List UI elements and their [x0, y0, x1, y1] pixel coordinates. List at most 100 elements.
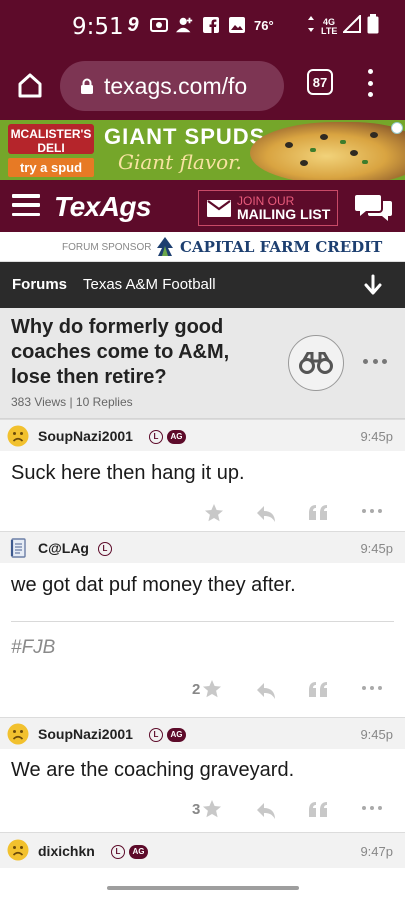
- post-header: SoupNazi2001 L AG 9:45p: [0, 717, 405, 749]
- gesture-bar[interactable]: [107, 886, 299, 890]
- thread-meta: 383 Views | 10 Replies: [11, 395, 133, 409]
- address-bar[interactable]: texags.com/fo: [60, 61, 284, 111]
- envelope-icon: [207, 199, 231, 217]
- ag-badge: AG: [167, 430, 186, 444]
- signature-divider: [11, 621, 394, 622]
- browser-menu-button[interactable]: [362, 67, 378, 99]
- advertisement-banner[interactable]: MCALISTER'S DELI try a spud GIANT SPUDS.…: [0, 120, 405, 180]
- post-actions: [0, 495, 405, 531]
- system-icons: 4G LTE: [307, 13, 379, 39]
- post-header: SoupNazi2001 L AG 9:45p: [0, 419, 405, 451]
- mailing-line2: MAILING LIST: [237, 206, 331, 222]
- star-count: 2: [192, 680, 201, 698]
- ad-headline: GIANT SPUDS.: [104, 124, 273, 149]
- star-button[interactable]: 3: [192, 797, 222, 821]
- notepad-avatar-icon[interactable]: [7, 537, 29, 559]
- ad-choices-icon[interactable]: [391, 122, 403, 134]
- site-logo[interactable]: TexAgs: [54, 191, 152, 223]
- post-time: 9:45p: [360, 429, 393, 444]
- hamburger-menu-icon[interactable]: [12, 194, 40, 216]
- sponsor-logo-icon: [157, 237, 173, 256]
- star-button[interactable]: 2: [192, 677, 222, 701]
- home-icon: [18, 73, 42, 98]
- quote-icon[interactable]: [308, 501, 328, 525]
- post-username[interactable]: SoupNazi2001: [38, 726, 133, 742]
- breadcrumb: Forums Texas A&M Football: [0, 262, 405, 308]
- reply-icon[interactable]: [256, 502, 276, 526]
- post-time: 9:45p: [360, 541, 393, 556]
- star-icon: [203, 800, 222, 818]
- quote-icon[interactable]: [308, 678, 328, 702]
- ad-tagline: Giant flavor.: [118, 150, 242, 174]
- quote-icon[interactable]: [308, 798, 328, 822]
- mailing-list-button[interactable]: JOIN OUR MAILING LIST: [198, 190, 338, 226]
- signal-icon: [341, 13, 361, 38]
- post-username[interactable]: C@LAg: [38, 540, 89, 556]
- ag-badge: AG: [129, 845, 148, 859]
- arrow-down-icon[interactable]: [362, 274, 384, 296]
- post-header: dixichkn L AG 9:47p: [0, 832, 405, 868]
- tab-switcher-button[interactable]: 87: [307, 69, 333, 95]
- breadcrumb-section-link[interactable]: Texas A&M Football: [83, 276, 216, 293]
- post-signature: #FJB: [11, 637, 56, 658]
- letter-badge: L: [149, 430, 163, 444]
- ag-badge: AG: [167, 728, 186, 742]
- network-type-text: 4G LTE: [321, 16, 338, 36]
- thread-title: Why do formerly good coaches come to A&M…: [11, 316, 230, 388]
- post-more-button[interactable]: [362, 806, 382, 812]
- post-username[interactable]: SoupNazi2001: [38, 428, 133, 444]
- star-count: 3: [192, 800, 201, 818]
- post: dixichkn L AG 9:47p: [0, 832, 405, 868]
- post-body: we got dat puf money they after.: [11, 574, 296, 596]
- status-bar: 9:51 9 76° 4G LTE: [0, 0, 405, 55]
- post-username[interactable]: dixichkn: [38, 843, 95, 859]
- notification-nine-icon: 9: [127, 13, 139, 36]
- clock: 9:51: [72, 14, 124, 40]
- tab-count: 87: [312, 74, 328, 90]
- binoculars-icon: [299, 352, 333, 374]
- chat-bubbles-icon: [355, 195, 392, 221]
- letter-badge: L: [111, 845, 125, 859]
- sad-face-avatar-icon[interactable]: [7, 425, 29, 447]
- thread-more-button[interactable]: [363, 356, 387, 366]
- facebook-icon: [202, 16, 220, 34]
- url-text: texags.com/fo: [104, 72, 248, 99]
- watch-thread-button[interactable]: [288, 335, 344, 391]
- post-header: C@LAg L 9:45p: [0, 531, 405, 563]
- post: SoupNazi2001 L AG 9:45p We are the coach…: [0, 717, 405, 832]
- image-icon: [228, 16, 246, 34]
- letter-badge: L: [98, 542, 112, 556]
- battery-icon: [367, 14, 379, 39]
- notification-icons: 9: [124, 13, 246, 36]
- sad-face-avatar-icon[interactable]: [7, 839, 29, 861]
- forum-sponsor-banner[interactable]: FORUM SPONSOR CAPITAL FARM CREDIT: [0, 232, 405, 262]
- post-body: Suck here then hang it up.: [11, 462, 245, 484]
- sponsor-label: FORUM SPONSOR: [62, 242, 152, 253]
- reply-icon[interactable]: [256, 799, 276, 823]
- thread-header: Why do formerly good coaches come to A&M…: [0, 308, 405, 419]
- ad-cta: try a spud: [8, 158, 94, 177]
- letter-badge: L: [149, 728, 163, 742]
- post-time: 9:47p: [360, 844, 393, 859]
- sad-face-avatar-icon[interactable]: [7, 723, 29, 745]
- star-icon[interactable]: [204, 501, 224, 525]
- home-button[interactable]: [14, 69, 46, 101]
- star-icon: [203, 680, 222, 698]
- reply-icon[interactable]: [256, 679, 276, 703]
- post-more-button[interactable]: [362, 509, 382, 515]
- post-footer: #FJB 2: [0, 619, 405, 717]
- data-arrows-icon: [307, 16, 315, 37]
- post-body: We are the coaching graveyard.: [11, 759, 295, 781]
- ad-brand: MCALISTER'S DELI: [8, 124, 94, 155]
- post-more-button[interactable]: [362, 686, 382, 692]
- breadcrumb-forums-link[interactable]: Forums: [12, 276, 67, 293]
- post: C@LAg L 9:45p we got dat puf money they …: [0, 531, 405, 717]
- site-header: TexAgs JOIN OUR MAILING LIST: [0, 180, 405, 232]
- temperature-text: 76°: [254, 18, 274, 33]
- post-time: 9:45p: [360, 727, 393, 742]
- sponsor-name: CAPITAL FARM CREDIT: [180, 238, 383, 256]
- camera-icon: [150, 16, 168, 34]
- person-add-icon: [176, 16, 194, 34]
- ad-potato-image: [250, 122, 405, 180]
- chat-button[interactable]: [354, 192, 394, 224]
